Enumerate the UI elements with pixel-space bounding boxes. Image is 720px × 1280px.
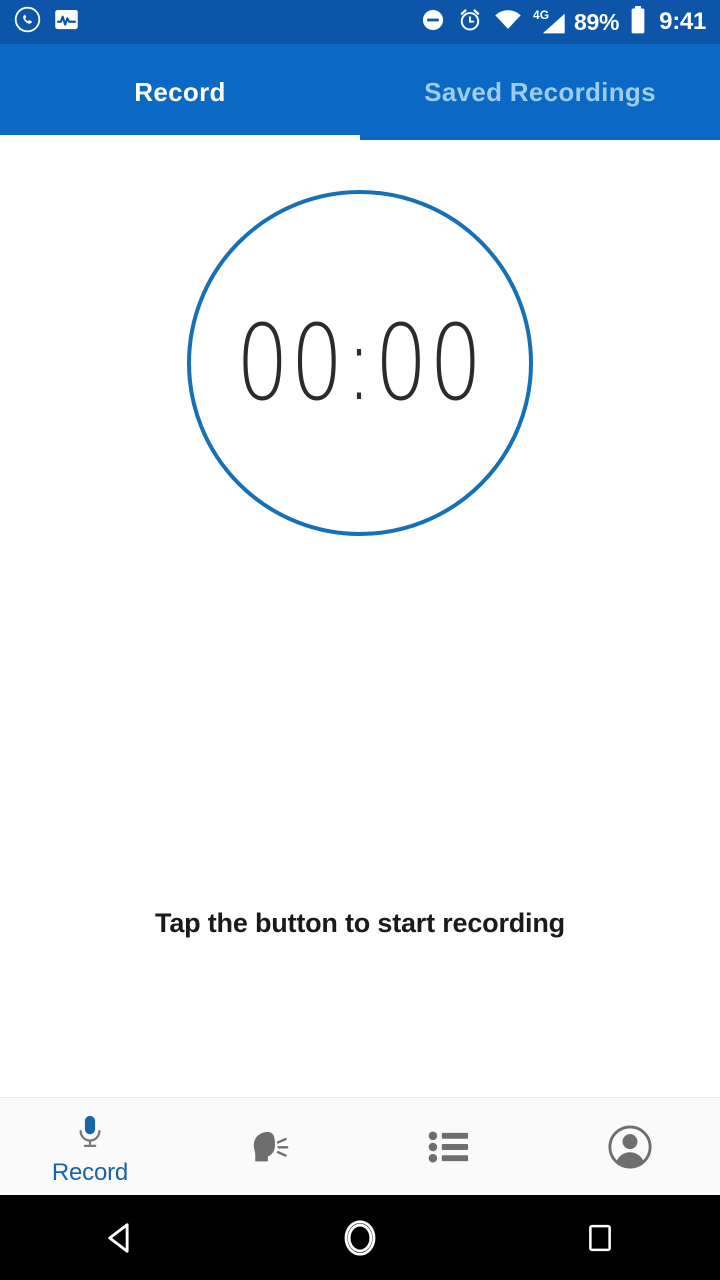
bottom-navigation-bar: Record <box>0 1097 720 1195</box>
phone-screen: 4G 89% 9:41 Record Saved Recordings 00:0… <box>0 0 720 1280</box>
nav-item-record-label: Record <box>51 1158 129 1186</box>
timer-circle: 00:00 <box>187 190 533 536</box>
back-triangle-icon[interactable] <box>0 1219 240 1257</box>
tab-record[interactable]: Record <box>0 44 360 140</box>
person-circle-icon <box>607 1122 653 1172</box>
home-circle-icon[interactable] <box>240 1217 480 1259</box>
alarm-icon <box>457 7 483 38</box>
record-screen-content: 00:00 Tap the button to start recording <box>0 140 720 1203</box>
whatsapp-icon <box>14 6 41 38</box>
tab-bar: Record Saved Recordings <box>0 44 720 140</box>
tab-saved-recordings[interactable]: Saved Recordings <box>360 44 720 140</box>
nav-item-speak[interactable] <box>180 1098 360 1195</box>
status-bar-left-icons <box>14 6 80 38</box>
status-bar: 4G 89% 9:41 <box>0 0 720 44</box>
activity-monitor-icon <box>53 6 80 38</box>
list-icon <box>427 1122 473 1172</box>
nav-item-list[interactable] <box>360 1098 540 1195</box>
speaking-head-icon <box>247 1122 293 1172</box>
do-not-disturb-icon <box>420 7 446 38</box>
status-bar-right-icons: 4G 89% 9:41 <box>420 5 706 39</box>
battery-percentage: 89% <box>574 8 620 35</box>
battery-icon <box>630 5 646 39</box>
microphone-icon <box>73 1107 107 1157</box>
tab-saved-recordings-label: Saved Recordings <box>424 76 656 107</box>
recents-square-icon[interactable] <box>480 1221 720 1255</box>
record-hint-text: Tap the button to start recording <box>155 908 565 938</box>
nav-item-record[interactable]: Record <box>0 1098 180 1195</box>
wifi-icon <box>494 8 522 37</box>
tab-record-label: Record <box>134 76 226 107</box>
status-bar-clock: 9:41 <box>659 8 706 35</box>
cellular-signal-icon: 4G <box>533 8 565 35</box>
timer-value: 00:00 <box>236 302 484 424</box>
nav-item-profile[interactable] <box>540 1098 720 1195</box>
android-system-nav <box>0 1195 720 1280</box>
